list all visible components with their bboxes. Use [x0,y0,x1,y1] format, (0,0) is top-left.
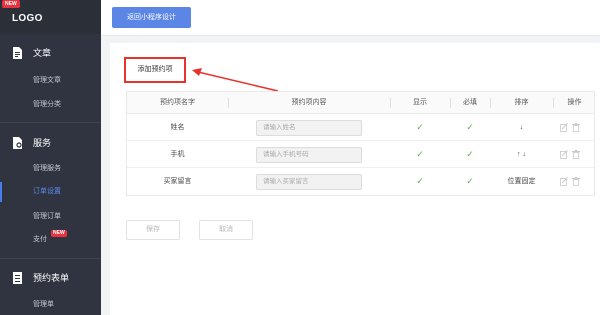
row-actions [560,150,580,159]
sidebar-item-label: 支付 [33,236,47,243]
sidebar-section-title: 服务 [33,138,52,148]
column-header-sort: 排序 [514,99,529,106]
new-badge: NEW [51,230,67,237]
logo-new-badge: NEW [2,0,20,8]
back-to-miniprogram-design-button[interactable]: 返回小程序设计 [112,7,191,28]
sidebar-section-title: 文章 [33,48,52,58]
edit-icon[interactable] [560,150,568,159]
table-header: 预约项名字 预约项内容 显示 必填 排序 操作 [127,92,594,114]
show-check-icon[interactable]: ✓ [390,168,450,195]
required-check-icon[interactable]: ✓ [450,168,490,195]
row-actions [560,123,580,132]
sort-fixed-label: 位置固定 [507,178,536,185]
sidebar: NEW LOGO 文章 管理文章 管理分类 服务 管理服务 订单设置 管理订单 … [0,0,101,315]
form-icon [13,271,22,284]
booking-items-table: 预约项名字 预约项内容 显示 必填 排序 操作 姓名 请输入姓名 ✓ ✓ ↓ 手… [126,91,595,196]
column-header-show: 显示 [413,99,427,106]
sidebar-item-payment[interactable]: 支付 NEW [0,230,101,250]
add-booking-item-button[interactable]: 添加预约项 [124,57,186,83]
row-content-input[interactable]: 请输入买家留言 [256,174,362,190]
row-content-input[interactable]: 请输入姓名 [256,120,362,136]
sidebar-item-order-settings[interactable]: 订单设置 [0,182,101,202]
sidebar-section-services[interactable]: 服务 [12,136,51,149]
required-check-icon[interactable]: ✓ [450,114,490,141]
edit-icon[interactable] [560,123,568,132]
edit-icon[interactable] [560,177,568,186]
document-icon [13,46,22,59]
annotation-arrow [192,68,279,92]
sidebar-item-manage-services[interactable]: 管理服务 [0,159,101,179]
sidebar-item-manage-categories[interactable]: 管理分类 [0,95,101,115]
sidebar-section-title: 预约表单 [33,273,70,283]
column-header-content: 预约项内容 [291,99,327,106]
required-check-icon[interactable]: ✓ [450,141,490,168]
sort-down-arrow-icon[interactable]: ↓ [490,114,553,141]
sidebar-divider [0,122,101,123]
show-check-icon[interactable]: ✓ [390,114,450,141]
column-header-actions: 操作 [567,99,582,106]
row-name: 姓名 [170,124,185,131]
table-row: 买家留言 请输入买家留言 ✓ ✓ 位置固定 [127,168,594,195]
row-content-input[interactable]: 请输入手机号码 [256,147,362,163]
save-button[interactable]: 保存 [126,220,180,240]
sidebar-section-booking-forms[interactable]: 预约表单 [12,271,69,284]
column-header-name: 预约项名字 [160,99,195,106]
logo[interactable]: LOGO [12,13,43,24]
delete-icon[interactable] [572,123,580,132]
sidebar-item-manage-orders[interactable]: 管理订单 [0,207,101,227]
delete-icon[interactable] [572,150,580,159]
top-bar: 返回小程序设计 [101,0,600,36]
sidebar-item-manage-forms[interactable]: 管理单 [0,295,101,315]
row-name: 买家留言 [163,178,192,185]
sidebar-divider [0,258,101,259]
delete-icon[interactable] [572,177,580,186]
table-row: 手机 请输入手机号码 ✓ ✓ ↑ ↓ [127,141,594,168]
logo-bar: NEW LOGO [0,0,101,34]
row-name: 手机 [170,151,185,158]
sidebar-section-articles[interactable]: 文章 [12,46,51,59]
service-icon [13,136,22,149]
sidebar-item-manage-articles[interactable]: 管理文章 [0,71,101,91]
sort-arrows-icon[interactable]: ↑ ↓ [490,141,553,168]
table-row: 姓名 请输入姓名 ✓ ✓ ↓ [127,114,594,141]
column-header-required: 必填 [463,99,477,106]
show-check-icon[interactable]: ✓ [390,141,450,168]
row-actions [560,177,580,186]
cancel-button[interactable]: 取消 [199,220,253,240]
